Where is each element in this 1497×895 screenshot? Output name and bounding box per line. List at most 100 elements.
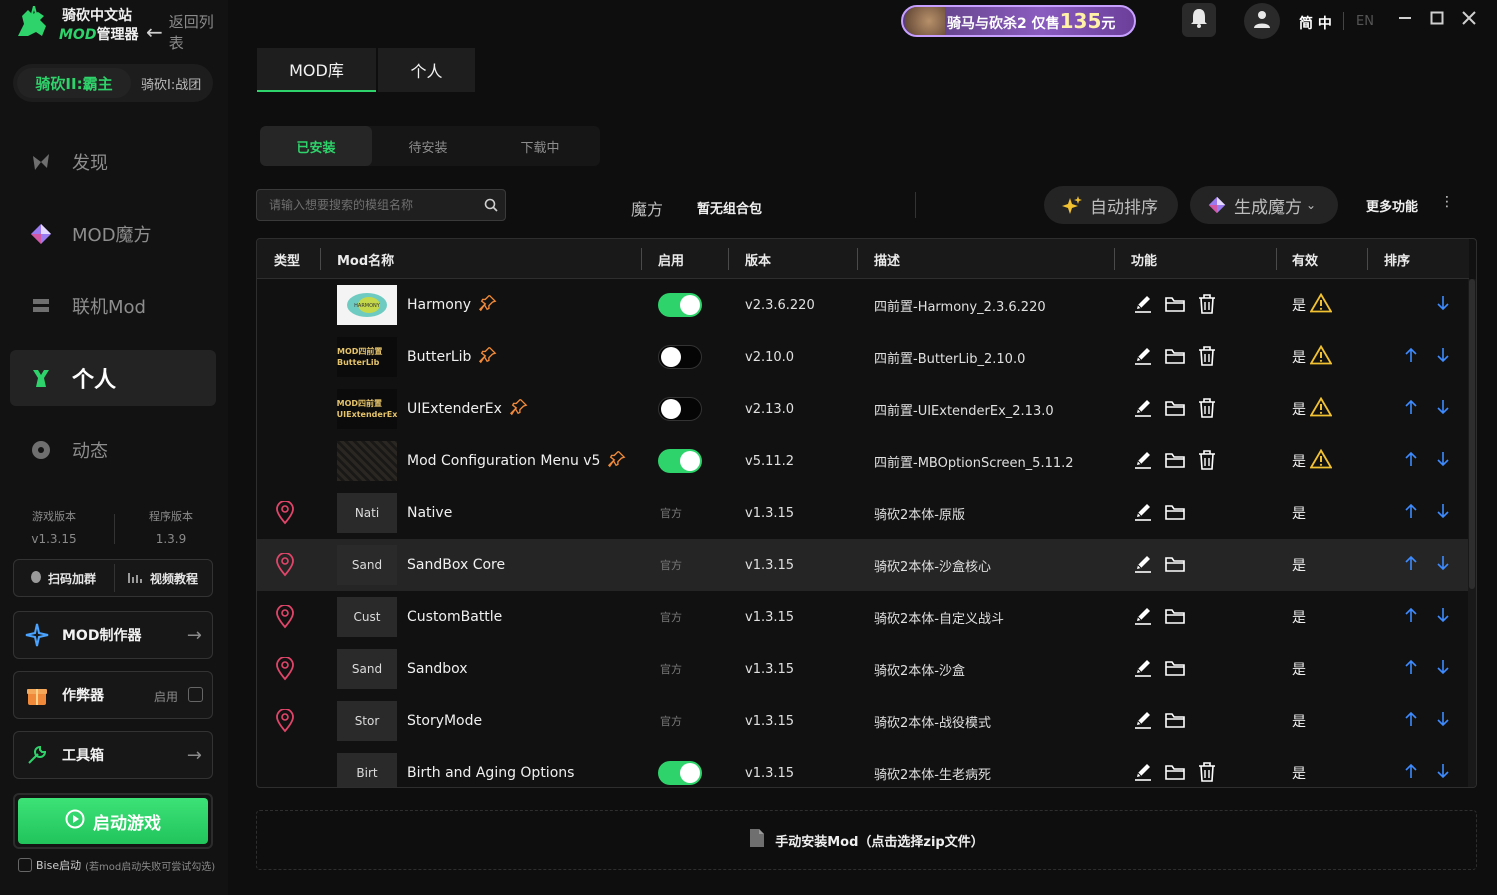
table-row[interactable]: Sand SandBox Core 官方 v1.3.15 骑砍2本体-沙盒核心 是 [257, 539, 1469, 591]
trash-icon[interactable] [1195, 448, 1219, 472]
back-to-list-link[interactable]: ← 返回列表 [146, 11, 228, 53]
edit-icon[interactable] [1131, 344, 1155, 368]
tab-installed[interactable]: 已安装 [260, 126, 372, 166]
table-row[interactable]: MOD四前置 ButterLib ButterLib v2.10.0 四前置-Butt… [257, 331, 1469, 383]
folder-icon[interactable] [1163, 656, 1187, 680]
tab-pending[interactable]: 待安装 [372, 126, 484, 166]
pin-star-icon[interactable] [608, 450, 626, 472]
warning-icon[interactable] [1309, 344, 1333, 369]
nav-item-feed[interactable]: 动态 [10, 422, 216, 478]
search-input[interactable] [257, 190, 477, 220]
game-option-bannerlord[interactable]: 骑砍II:霸主 [17, 68, 131, 98]
edit-icon[interactable] [1131, 604, 1155, 628]
nav-item-online-mod[interactable]: 联机Mod [10, 278, 216, 334]
promo-banner[interactable]: 骑马与砍杀2 仅售135元 [901, 5, 1136, 37]
trash-icon[interactable] [1195, 292, 1219, 316]
move-down-button[interactable] [1436, 383, 1450, 435]
bise-launch-option[interactable]: Bise启动 (若mod启动失败可尝试勾选) [18, 857, 215, 873]
scrollbar-thumb[interactable] [1469, 279, 1475, 589]
pin-star-icon[interactable] [509, 398, 528, 420]
enable-toggle[interactable] [658, 345, 702, 369]
bise-checkbox[interactable] [18, 858, 32, 872]
warning-icon[interactable] [1309, 448, 1333, 473]
edit-icon[interactable] [1131, 396, 1155, 420]
folder-icon[interactable] [1163, 292, 1187, 316]
cheat-enable-checkbox[interactable] [188, 687, 203, 702]
folder-icon[interactable] [1163, 708, 1187, 732]
enable-toggle[interactable] [658, 449, 702, 473]
search-icon[interactable] [483, 197, 499, 213]
move-up-button[interactable] [1404, 331, 1418, 383]
more-functions-button[interactable]: 更多功能 [1366, 196, 1418, 215]
table-row[interactable]: Birt Birth and Aging Options v1.3.15 骑砍2本体-… [257, 747, 1469, 787]
move-down-button[interactable] [1436, 279, 1450, 331]
warning-icon[interactable] [1309, 292, 1333, 317]
warning-icon[interactable] [1309, 396, 1333, 421]
edit-icon[interactable] [1131, 292, 1155, 316]
move-down-button[interactable] [1436, 487, 1450, 539]
move-down-button[interactable] [1436, 539, 1450, 591]
move-up-button[interactable] [1404, 747, 1418, 787]
manual-install-button[interactable]: 手动安装Mod（点击选择zip文件） [256, 810, 1477, 870]
launch-game-button[interactable]: 启动游戏 [13, 793, 213, 849]
auto-sort-button[interactable]: 自动排序 [1044, 186, 1178, 224]
video-tutorial-button[interactable]: 视频教程 [128, 560, 198, 596]
more-vertical-icon[interactable]: ⋮ [1440, 194, 1454, 210]
folder-icon[interactable] [1163, 396, 1187, 420]
table-row[interactable]: MOD四前置 UIExtenderEx UIExtenderEx v2.13.0 四前… [257, 383, 1469, 435]
nav-item-mod-magic[interactable]: MOD魔方 [10, 206, 216, 262]
folder-icon[interactable] [1163, 500, 1187, 524]
edit-icon[interactable] [1131, 500, 1155, 524]
join-group-button[interactable]: 扫码加群 [30, 560, 96, 596]
edit-icon[interactable] [1131, 448, 1155, 472]
trash-icon[interactable] [1195, 344, 1219, 368]
move-up-button[interactable] [1404, 591, 1418, 643]
move-up-button[interactable] [1404, 383, 1418, 435]
table-row[interactable]: Stor StoryMode 官方 v1.3.15 骑砍2本体-战役模式 是 [257, 695, 1469, 747]
trash-icon[interactable] [1195, 396, 1219, 420]
folder-icon[interactable] [1163, 552, 1187, 576]
move-up-button[interactable] [1404, 643, 1418, 695]
tab-mod-library[interactable]: MOD库 [257, 48, 376, 92]
nav-item-discover[interactable]: 发现 [10, 134, 216, 190]
move-up-button[interactable] [1404, 695, 1418, 747]
generate-magic-button[interactable]: 生成魔方 ⌄ [1190, 186, 1338, 224]
tab-downloading[interactable]: 下载中 [484, 126, 596, 166]
table-row[interactable]: HARMONY Harmony v2.3.6.220 四前置-Harmony_2.3.… [257, 279, 1469, 331]
move-down-button[interactable] [1436, 591, 1450, 643]
move-down-button[interactable] [1436, 435, 1450, 487]
close-button[interactable] [1459, 10, 1479, 30]
move-down-button[interactable] [1436, 747, 1450, 787]
folder-icon[interactable] [1163, 760, 1187, 784]
lang-zh-button[interactable]: 简 中 [1299, 13, 1332, 33]
edit-icon[interactable] [1131, 708, 1155, 732]
table-row[interactable]: Sand Sandbox 官方 v1.3.15 骑砍2本体-沙盒 是 [257, 643, 1469, 695]
nav-item-personal[interactable]: 个人 [10, 350, 216, 406]
minimize-button[interactable] [1395, 10, 1415, 30]
user-avatar[interactable] [1244, 3, 1280, 39]
folder-icon[interactable] [1163, 448, 1187, 472]
pin-star-icon[interactable] [478, 294, 497, 316]
table-row[interactable]: Cust CustomBattle 官方 v1.3.15 骑砍2本体-自定义战斗 是 [257, 591, 1469, 643]
move-up-button[interactable] [1404, 435, 1418, 487]
magic-pack-select[interactable]: 暂无组合包 [697, 198, 762, 217]
edit-icon[interactable] [1131, 656, 1155, 680]
move-up-button[interactable] [1404, 487, 1418, 539]
move-up-button[interactable] [1404, 539, 1418, 591]
move-down-button[interactable] [1436, 695, 1450, 747]
folder-icon[interactable] [1163, 604, 1187, 628]
trash-icon[interactable] [1195, 760, 1219, 784]
notification-button[interactable] [1182, 3, 1216, 37]
edit-icon[interactable] [1131, 552, 1155, 576]
pin-star-icon[interactable] [479, 346, 497, 368]
table-row[interactable]: Mod Configuration Menu v5 v5.11.2 四前置-MBOp… [257, 435, 1469, 487]
game-option-warband[interactable]: 骑砍I:战团 [141, 74, 201, 93]
enable-toggle[interactable] [658, 761, 702, 785]
cheat-card[interactable]: 作弊器 启用 [13, 671, 213, 719]
move-down-button[interactable] [1436, 331, 1450, 383]
folder-icon[interactable] [1163, 344, 1187, 368]
move-down-button[interactable] [1436, 643, 1450, 695]
enable-toggle[interactable] [658, 293, 702, 317]
tab-personal[interactable]: 个人 [378, 48, 475, 92]
maximize-button[interactable] [1427, 10, 1447, 30]
